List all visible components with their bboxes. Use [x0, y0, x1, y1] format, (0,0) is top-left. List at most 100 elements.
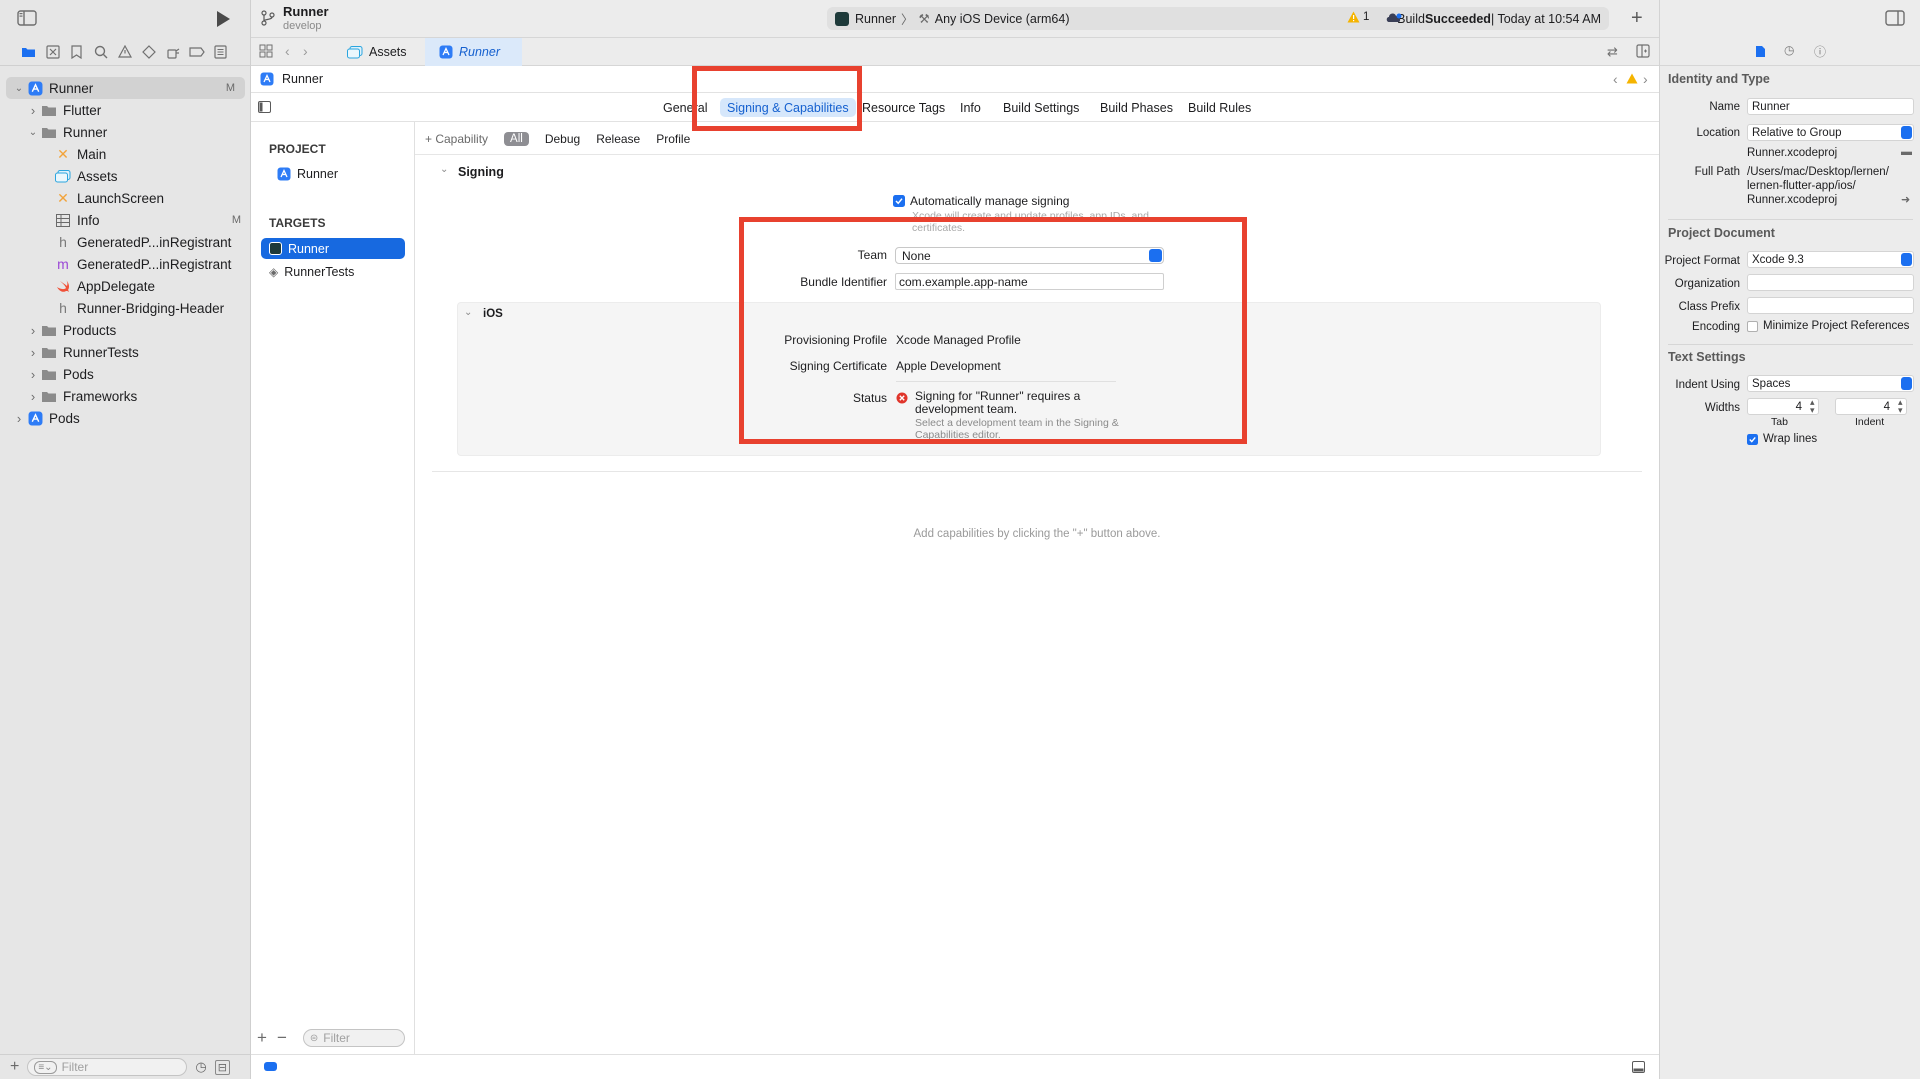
- wrap-lines-checkbox[interactable]: Wrap lines: [1747, 433, 1817, 445]
- add-icon[interactable]: +: [10, 1058, 19, 1076]
- device-selector[interactable]: Any iOS Device (arm64): [935, 12, 1070, 26]
- navigator-item-generatedp-inregistrant[interactable]: m GeneratedP...inRegistrant: [0, 253, 251, 275]
- report-icon[interactable]: [212, 43, 229, 60]
- add-icon[interactable]: +: [1631, 7, 1643, 30]
- chevron-down-icon[interactable]: ⌄: [12, 83, 26, 94]
- remove-target-button[interactable]: −: [277, 1028, 287, 1048]
- navigator-item-launchscreen[interactable]: ✕ LaunchScreen: [0, 187, 251, 209]
- folder-icon[interactable]: [20, 43, 37, 60]
- grid-icon[interactable]: [259, 44, 273, 58]
- status-indicator-icon[interactable]: [264, 1062, 277, 1071]
- navigator-item-appdelegate[interactable]: AppDelegate: [0, 275, 251, 297]
- scm-filter-icon[interactable]: ⊟: [214, 1059, 230, 1075]
- target-item-runner[interactable]: Runner: [261, 238, 405, 259]
- add-target-button[interactable]: +: [257, 1028, 267, 1048]
- previous-issue-icon[interactable]: ‹: [1613, 71, 1618, 87]
- tab-build-phases[interactable]: Build Phases: [1093, 98, 1180, 117]
- indent-width-stepper[interactable]: 4: [1835, 398, 1907, 415]
- tab-width-stepper[interactable]: 4: [1747, 398, 1819, 415]
- chevron-right-icon[interactable]: ›: [26, 345, 40, 360]
- back-chevron-icon[interactable]: ‹: [285, 43, 290, 59]
- minimize-references-checkbox[interactable]: Minimize Project References: [1747, 320, 1909, 332]
- target-item-runnertests[interactable]: ◈ RunnerTests: [261, 261, 405, 282]
- popup-arrows-icon: [1901, 253, 1912, 266]
- activity-view: Runner 〉 ⚒ Any iOS Device (arm64) Build …: [827, 7, 1609, 30]
- stepper-arrows-icon[interactable]: ▴ ▾: [1810, 398, 1815, 415]
- hide-targets-icon[interactable]: [258, 101, 271, 113]
- auto-manage-signing-checkbox[interactable]: Automatically manage signing: [893, 194, 1069, 208]
- tab-info[interactable]: Info: [953, 98, 988, 117]
- filter-all[interactable]: All: [504, 131, 529, 146]
- divider: [432, 471, 1642, 472]
- warning-triangle-icon[interactable]: [116, 43, 133, 60]
- jump-bar-item[interactable]: Runner: [282, 72, 323, 86]
- navigator-item-pods[interactable]: › Pods: [0, 407, 251, 429]
- stepper-arrows-icon[interactable]: ▴ ▾: [1898, 398, 1903, 415]
- test-diamond-icon[interactable]: [140, 43, 157, 60]
- add-capability-button[interactable]: + Capability: [425, 132, 488, 146]
- bookmark-icon[interactable]: [68, 43, 85, 60]
- recent-files-icon[interactable]: ◷: [195, 1059, 206, 1075]
- search-icon[interactable]: [92, 43, 109, 60]
- project-item-runner[interactable]: Runner: [261, 163, 405, 184]
- navigator-item-info[interactable]: Info M: [0, 209, 251, 231]
- name-field[interactable]: Runner: [1747, 98, 1914, 115]
- file-document-icon[interactable]: [1755, 45, 1766, 58]
- navigator-item-assets[interactable]: Assets: [0, 165, 251, 187]
- chevron-right-icon[interactable]: ›: [26, 323, 40, 338]
- swap-arrows-icon[interactable]: ⇄: [1607, 44, 1618, 60]
- tab-resource-tags[interactable]: Resource Tags: [855, 98, 952, 117]
- navigator-item-main[interactable]: ✕ Main: [0, 143, 251, 165]
- navigator-item-runner[interactable]: ⌄ Runner: [0, 121, 251, 143]
- chevron-right-icon[interactable]: ›: [12, 411, 26, 426]
- navigator-item-runner-bridging-header[interactable]: h Runner-Bridging-Header: [0, 297, 251, 319]
- navigator-item-products[interactable]: › Products: [0, 319, 251, 341]
- breakpoint-icon[interactable]: [188, 43, 205, 60]
- forward-chevron-icon[interactable]: ›: [303, 43, 308, 59]
- organization-field[interactable]: [1747, 274, 1914, 291]
- tab-runner[interactable]: Runner: [425, 38, 522, 66]
- storyboard-icon: ✕: [57, 189, 69, 206]
- chevron-right-icon[interactable]: ›: [26, 389, 40, 404]
- warning-indicator[interactable]: 1: [1347, 11, 1369, 23]
- navigator-filter-field[interactable]: ≡⌄ Filter: [27, 1058, 188, 1076]
- navigator-item-runner[interactable]: ⌄ Runner M: [6, 77, 245, 99]
- run-button[interactable]: [215, 10, 231, 28]
- chevron-down-icon[interactable]: ⌄: [440, 164, 448, 175]
- editor-options-icon[interactable]: [1636, 44, 1650, 58]
- navigator-item-pods[interactable]: › Pods: [0, 363, 251, 385]
- location-selector[interactable]: Relative to Group: [1747, 124, 1914, 141]
- tab-build-rules[interactable]: Build Rules: [1181, 98, 1258, 117]
- chevron-right-icon[interactable]: ›: [26, 367, 40, 382]
- filter-profile[interactable]: Profile: [656, 132, 690, 146]
- class-prefix-field[interactable]: [1747, 297, 1914, 314]
- targets-filter-field[interactable]: ⊜ Filter: [302, 1029, 405, 1047]
- folder-browse-icon[interactable]: ▬: [1901, 146, 1912, 158]
- warning-icon[interactable]: [1626, 73, 1638, 84]
- navigator-item-runnertests[interactable]: › RunnerTests: [0, 341, 251, 363]
- navigator-item-flutter[interactable]: › Flutter: [0, 99, 251, 121]
- filter-debug[interactable]: Debug: [545, 132, 580, 146]
- project-format-selector[interactable]: Xcode 9.3: [1747, 251, 1914, 268]
- help-question-icon[interactable]: ⓘ: [1814, 43, 1826, 60]
- chevron-right-icon[interactable]: ›: [26, 103, 40, 118]
- scheme-selector[interactable]: Runner: [855, 12, 896, 26]
- inspector-toggle-icon[interactable]: [1885, 10, 1905, 26]
- indent-using-selector[interactable]: Spaces: [1747, 375, 1914, 392]
- filter-release[interactable]: Release: [596, 132, 640, 146]
- cloud-icon[interactable]: [1385, 11, 1403, 23]
- debug-spray-icon[interactable]: [164, 43, 181, 60]
- source-control-icon[interactable]: [44, 43, 61, 60]
- tab-build-settings[interactable]: Build Settings: [996, 98, 1086, 117]
- navigator-item-generatedp-inregistrant[interactable]: h GeneratedP...inRegistrant: [0, 231, 251, 253]
- history-clock-icon[interactable]: ◷: [1784, 43, 1794, 57]
- debug-area-toggle-icon[interactable]: [1632, 1061, 1645, 1073]
- sidebar-toggle-icon[interactable]: [17, 10, 37, 26]
- tab-assets[interactable]: Assets: [333, 38, 425, 66]
- next-issue-icon[interactable]: ›: [1643, 71, 1648, 87]
- branch-name[interactable]: develop: [283, 20, 322, 32]
- navigator-item-frameworks[interactable]: › Frameworks: [0, 385, 251, 407]
- reveal-arrow-icon[interactable]: ➜: [1901, 193, 1910, 206]
- chevron-down-icon[interactable]: ⌄: [464, 307, 472, 318]
- chevron-down-icon[interactable]: ⌄: [26, 127, 40, 138]
